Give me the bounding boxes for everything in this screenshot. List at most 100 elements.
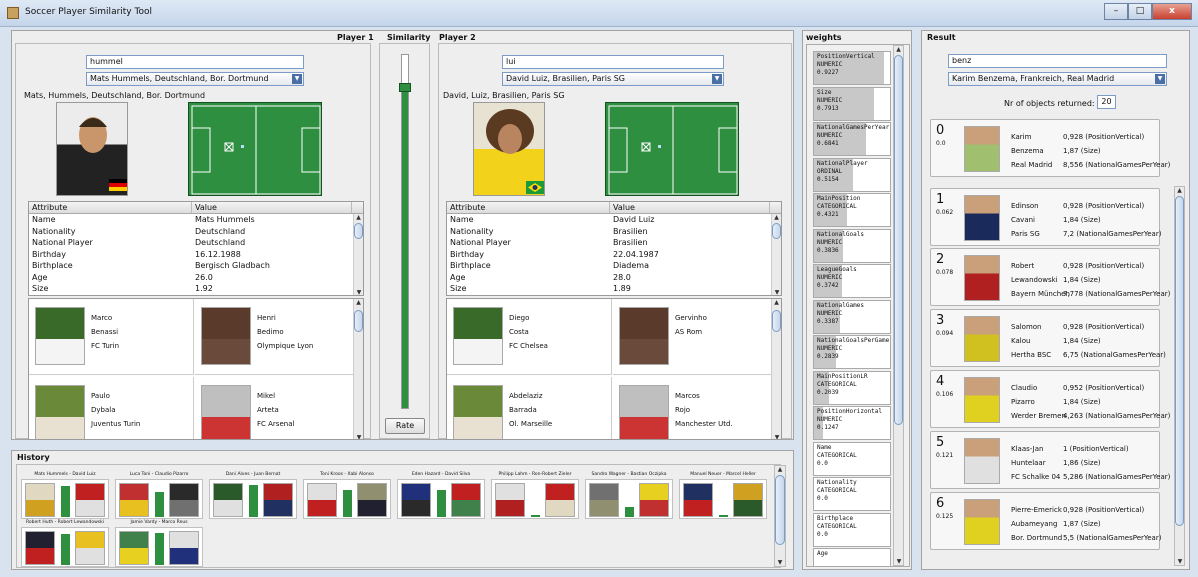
similar-player-card[interactable]: Marcos Rojo Manchester Utd. (613, 377, 778, 439)
weight-item[interactable]: NationalGoals NUMERIC 0.3836 (813, 228, 891, 263)
similar-player-line: Mikel (257, 392, 276, 400)
similarity-slider-thumb[interactable] (399, 82, 411, 92)
history-photo-1 (119, 531, 149, 565)
result-rank: 0 (936, 123, 945, 138)
similarity-slider-track[interactable] (399, 54, 411, 409)
history-photo-2 (263, 483, 293, 517)
history-photo-2 (169, 531, 199, 565)
history-similarity-bar (625, 506, 634, 517)
similar-player-info: Marco Benassi FC Turin (91, 311, 119, 353)
weight-item[interactable]: NationalGoalsPerGame NUMERIC 0.2839 (813, 335, 891, 369)
history-item[interactable]: Dani Alves - Juan Bernat (209, 472, 297, 519)
player2-similar-scrollbar[interactable]: ▲ ▼ (771, 299, 781, 439)
result-first: Salomon (1011, 323, 1042, 331)
history-item[interactable]: Robert Huth - Robert Lewandowski (21, 520, 109, 567)
weight-item[interactable]: MainPositionLR CATEGORICAL 0.2039 (813, 370, 891, 405)
player1-similar-scrollbar[interactable]: ▲ ▼ (353, 299, 363, 439)
weight-item[interactable]: Birthplace CATEGORICAL 0.0 (813, 512, 891, 547)
similar-player-card[interactable]: Marco Benassi FC Turin (29, 299, 194, 375)
attribute-name: Name (450, 215, 474, 224)
result-card[interactable]: 5 0.121 Klaas-Jan Huntelaar FC Schalke 04 1 (… (930, 431, 1170, 489)
maximize-button[interactable]: □ (1128, 3, 1152, 20)
result-name: Pierre-Emerick Aubameyang Bor. Dortmund (1011, 503, 1062, 545)
result-club: Real Madrid (1011, 161, 1053, 169)
history-item[interactable]: Toni Kroos - Xabi Alonso (303, 472, 391, 519)
similar-player-line: Rojo (675, 406, 691, 414)
player1-selected-label: Mats Hummels, Deutschland, Bor. Dortmund (90, 74, 269, 83)
history-photo-1 (213, 483, 243, 517)
result-card[interactable]: 0 0.0 Karim Benzema Real Madrid 0,928 (Positi… (930, 119, 1170, 177)
weight-value: 0.3836 (817, 246, 839, 254)
attribute-name: Size (450, 284, 467, 293)
attribute-name: Birthday (450, 249, 484, 259)
result-photo (964, 126, 1000, 172)
weight-item[interactable]: LeagueGoals NUMERIC 0.3742 (813, 264, 891, 298)
result-card[interactable]: 1 0.062 Edinson Cavani Paris SG 0,928 (Positi… (930, 188, 1161, 246)
player2-search-input[interactable]: lui (502, 55, 724, 69)
player2-select[interactable]: David Luiz, Brasilien, Paris SG ▼ (502, 72, 724, 86)
weight-item[interactable]: NationalGamesPerYear NUMERIC 0.6841 (813, 122, 891, 156)
result-name: Karim Benzema Real Madrid (1011, 130, 1052, 172)
attribute-value: 26.0 (195, 272, 213, 282)
close-button[interactable]: x (1152, 3, 1192, 20)
result-search-input[interactable]: benz (948, 54, 1167, 68)
similar-player-card[interactable]: Diego Costa FC Chelsea (447, 299, 612, 375)
attribute-row: National Player Deutschland (29, 237, 363, 249)
similar-player-card[interactable]: Henri Bedimo Olympique Lyon (195, 299, 360, 375)
history-photo-1 (307, 483, 337, 517)
history-item[interactable]: Luca Toni - Claudio Pizarro (115, 472, 203, 519)
history-photo-2 (75, 531, 105, 565)
similar-player-line: FC Chelsea (509, 342, 548, 350)
similar-player-card[interactable]: Abdelaziz Barrada Ol. Marseille (447, 377, 612, 439)
player1-position-field (188, 102, 322, 196)
history-panel: History Mats Hummels - David Luiz Luca To… (11, 450, 794, 570)
result-rank: 3 (936, 313, 945, 328)
history-item[interactable]: Philipp Lahm - Ron-Robert Zieler (491, 472, 579, 519)
result-card[interactable]: 4 0.106 Claudio Pizarro Werder Bremen 0,952 (… (930, 370, 1170, 428)
result-card[interactable]: 2 0.078 Robert Lewandowski Bayern München 0,9… (930, 248, 1170, 306)
history-item[interactable]: Eden Hazard - David Silva (397, 472, 485, 519)
nr-objects-input[interactable]: 20 (1097, 95, 1116, 109)
rate-button[interactable]: Rate (385, 418, 425, 434)
similar-player-card[interactable]: Gervinho AS Rom (613, 299, 778, 375)
weight-item[interactable]: NationalGames NUMERIC 0.3387 (813, 299, 891, 334)
result-select[interactable]: Karim Benzema, Frankreich, Real Madrid ▼ (948, 72, 1167, 86)
attribute-header: Attribute (29, 202, 192, 213)
weight-item[interactable]: PositionVertical NUMERIC 0.9227 (813, 51, 891, 85)
weight-item[interactable]: Name CATEGORICAL 0.0 (813, 441, 891, 476)
player1-search-input[interactable]: hummel (86, 55, 304, 69)
weight-type: CATEGORICAL (817, 380, 857, 388)
history-item[interactable]: Jamie Vardy - Marco Reus (115, 520, 203, 567)
minimize-button[interactable]: – (1104, 3, 1128, 20)
player2-table-scrollbar[interactable]: ▲ ▼ (771, 214, 781, 295)
attribute-header: Attribute (447, 202, 610, 213)
history-scrollbar[interactable]: ▲ ▼ (774, 465, 786, 567)
weight-item[interactable]: MainPosition CATEGORICAL 0.4321 (813, 193, 891, 227)
result-card[interactable]: 3 0.094 Salomon Kalou Hertha BSC 0,928 (Posit… (930, 309, 1166, 367)
history-item[interactable]: Manuel Neuer - Marcel Heller (679, 472, 767, 519)
similar-player-card[interactable]: Mikel Arteta FC Arsenal (195, 377, 360, 439)
result-attributes: 0,928 (PositionVertical) 1,84 (Size) 7,2 (… (1063, 199, 1161, 241)
result-scrollbar[interactable]: ▲ ▼ (1174, 186, 1185, 566)
result-last: Benzema (1011, 147, 1044, 155)
app-icon (7, 7, 19, 19)
weight-name: Nationality (817, 479, 857, 486)
history-item[interactable]: Mats Hummels - David Luiz (21, 472, 109, 519)
history-similarity-bar (531, 515, 540, 517)
weight-item[interactable]: NationalPlayer ORDINAL 0.5154 (813, 157, 891, 192)
result-card[interactable]: 6 0.125 Pierre-Emerick Aubameyang Bor. Dortm… (930, 492, 1161, 550)
weight-item[interactable]: Size NUMERIC 0.7913 (813, 86, 891, 121)
attribute-value: 1.89 (613, 284, 631, 293)
similar-player-card[interactable]: Paulo Dybala Juventus Turin (29, 377, 194, 439)
attribute-row: Birthday 22.04.1987 (447, 249, 781, 261)
weights-scrollbar[interactable]: ▲ ▼ (893, 45, 904, 566)
history-item[interactable]: Sandro Wagner - Bastian Oczipka (585, 472, 673, 519)
weight-name: Size (817, 88, 832, 96)
player1-select[interactable]: Mats Hummels, Deutschland, Bor. Dortmund… (86, 72, 304, 86)
weight-item[interactable]: Age (813, 548, 891, 566)
weight-item[interactable]: Nationality CATEGORICAL 0.0 (813, 477, 891, 511)
weight-item[interactable]: PositionHorizontal NUMERIC 0.1247 (813, 406, 891, 440)
history-photo-2 (169, 483, 199, 517)
weight-type: NUMERIC (817, 96, 843, 104)
player1-table-scrollbar[interactable]: ▲ ▼ (353, 214, 363, 295)
